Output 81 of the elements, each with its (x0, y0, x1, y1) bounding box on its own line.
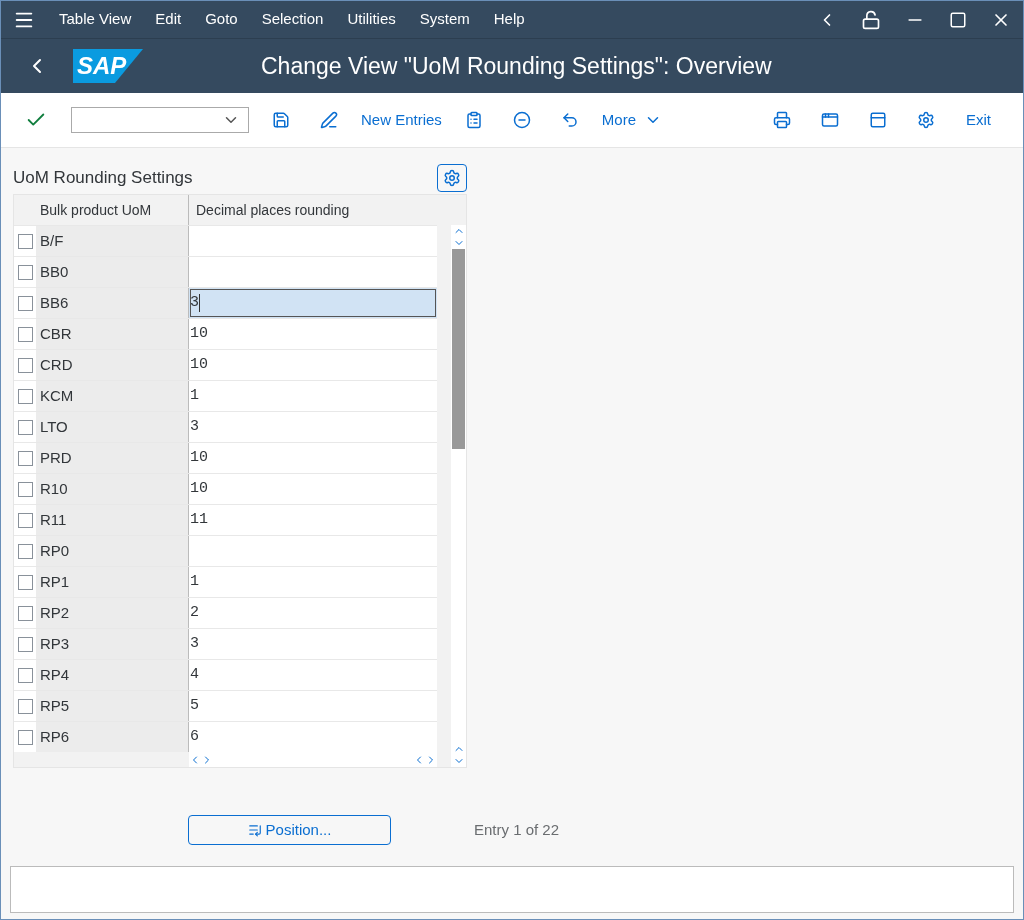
scrollbar-thumb[interactable] (452, 249, 466, 449)
table-cell: RP6 (36, 722, 189, 752)
unlocked-icon[interactable] (861, 9, 881, 30)
input-field[interactable]: 1 (189, 567, 437, 597)
table-cell: RP0 (36, 536, 189, 566)
input-field[interactable]: 3 (189, 412, 437, 442)
table-cell: BB6 (36, 288, 189, 318)
table-cell: R11 (36, 505, 189, 535)
table-cell: RP2 (36, 598, 189, 628)
input-field[interactable]: 5 (189, 691, 437, 721)
input-field[interactable]: 10 (189, 319, 437, 349)
settings-icon (917, 111, 935, 129)
row-checkbox[interactable] (17, 698, 33, 714)
row-checkbox[interactable] (17, 574, 33, 590)
input-field[interactable]: 10 (189, 443, 437, 473)
row-checkbox[interactable] (17, 388, 33, 404)
exit-button[interactable]: Exit (958, 108, 999, 132)
window-icon (821, 111, 839, 129)
row-checkbox[interactable] (17, 605, 33, 621)
table-cell: RP3 (36, 629, 189, 659)
row-checkbox[interactable] (17, 264, 33, 280)
table-settings-button[interactable] (437, 164, 467, 192)
table-title: UoM Rounding Settings (13, 166, 193, 189)
sap-logo: SAP (73, 49, 143, 83)
table-cell: CBR (36, 319, 189, 349)
window-title: Change View "UoM Rounding Settings": Overview (261, 51, 772, 81)
new-entries-button[interactable]: New Entries (361, 108, 442, 132)
input-field[interactable]: 10 (189, 350, 437, 380)
menu-item[interactable]: Goto (205, 8, 238, 31)
input-field[interactable]: 2 (189, 598, 437, 628)
input-field[interactable]: 4 (189, 660, 437, 690)
menu-item[interactable]: Help (493, 8, 525, 31)
row-checkbox[interactable] (17, 326, 33, 342)
menu-item[interactable]: Edit (155, 8, 182, 31)
printer-icon (773, 111, 791, 129)
maximize-icon[interactable] (949, 10, 967, 29)
row-checkbox[interactable] (17, 419, 33, 435)
menu-item[interactable]: Selection (261, 8, 324, 31)
vertical-scrollbar[interactable] (451, 225, 466, 767)
table-cell: CRD (36, 350, 189, 380)
more-button[interactable]: More (601, 108, 663, 132)
menu-item[interactable]: Utilities (347, 8, 396, 31)
position-button[interactable]: Position... (188, 815, 391, 845)
row-checkbox[interactable] (17, 450, 33, 466)
table-cell: R10 (36, 474, 189, 504)
entry-count: Entry 1 of 22 (474, 819, 560, 840)
input-field[interactable]: 6 (189, 722, 437, 752)
row-checkbox[interactable] (17, 295, 33, 311)
settings-icon (443, 169, 461, 187)
table-cell: PRD (36, 443, 189, 473)
window-icon (869, 111, 887, 129)
table-cell: BB0 (36, 257, 189, 287)
column-header: Decimal places rounding (195, 200, 351, 220)
input-field[interactable]: 3 (189, 629, 437, 659)
row-checkbox[interactable] (17, 357, 33, 373)
menu-item[interactable]: System (419, 8, 470, 31)
table-cell: KCM (36, 381, 189, 411)
input-field[interactable]: 1 (189, 381, 437, 411)
row-checkbox[interactable] (17, 729, 33, 745)
pen-icon (320, 111, 338, 129)
list-arrow-icon (247, 823, 262, 837)
save-icon (272, 111, 290, 129)
input-field[interactable]: 11 (189, 505, 437, 535)
minus-circle-icon (512, 111, 531, 129)
menu-item[interactable]: Table View (59, 8, 132, 31)
undo-icon (560, 111, 579, 129)
row-checkbox[interactable] (17, 543, 33, 559)
table-cell: LTO (36, 412, 189, 442)
row-checkbox[interactable] (17, 481, 33, 497)
row-checkbox[interactable] (17, 512, 33, 528)
input-field[interactable]: 10 (189, 474, 437, 504)
table-cell: RP4 (36, 660, 189, 690)
row-checkbox[interactable] (17, 233, 33, 249)
table-cell: RP1 (36, 567, 189, 597)
input-field[interactable]: 3 (189, 288, 437, 318)
table-cell: B/F (36, 226, 189, 256)
clipboard-icon (464, 111, 483, 129)
row-checkbox[interactable] (17, 667, 33, 683)
row-checkbox[interactable] (17, 636, 33, 652)
command-field[interactable] (71, 107, 249, 133)
table-cell: RP5 (36, 691, 189, 721)
